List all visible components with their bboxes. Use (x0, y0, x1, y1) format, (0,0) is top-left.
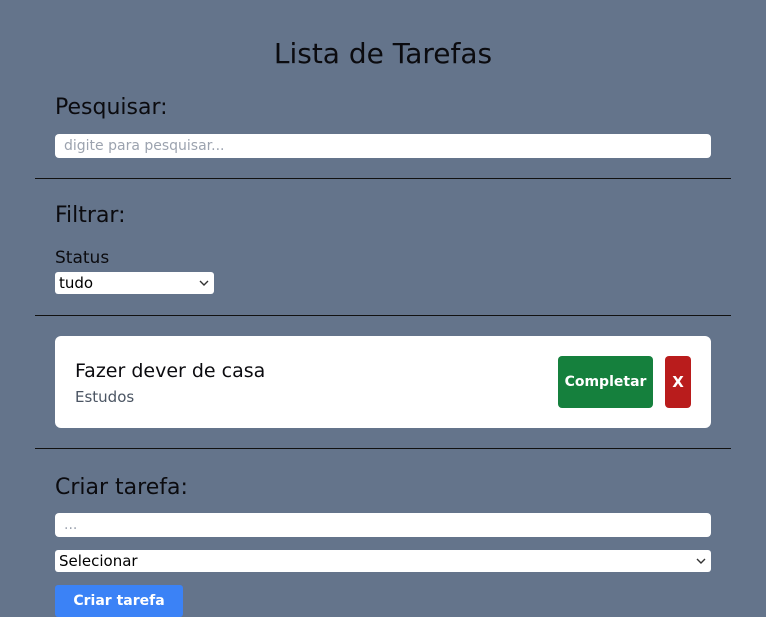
search-heading: Pesquisar: (55, 95, 168, 120)
filter-heading: Filtrar: (55, 203, 126, 228)
page-title: Lista de Tarefas (273, 37, 493, 70)
complete-button[interactable]: Completar (558, 356, 653, 408)
chevron-down-icon (696, 558, 706, 564)
divider (35, 448, 731, 449)
task-title: Fazer dever de casa (75, 360, 266, 382)
divider (35, 178, 731, 179)
category-select-value: Selecionar (59, 552, 138, 570)
status-select[interactable]: tudo (55, 272, 214, 294)
create-task-button[interactable]: Criar tarefa (55, 585, 183, 617)
delete-button[interactable]: X (665, 356, 691, 408)
task-card: Fazer dever de casa Estudos Completar X (55, 336, 711, 428)
status-label: Status (55, 248, 110, 268)
divider (35, 315, 731, 316)
status-select-value: tudo (59, 274, 94, 292)
task-title-input[interactable] (55, 513, 711, 537)
task-category: Estudos (75, 388, 135, 406)
search-input[interactable] (55, 134, 711, 158)
chevron-down-icon (199, 280, 209, 286)
create-heading: Criar tarefa: (55, 475, 188, 500)
category-select[interactable]: Selecionar (55, 550, 711, 572)
